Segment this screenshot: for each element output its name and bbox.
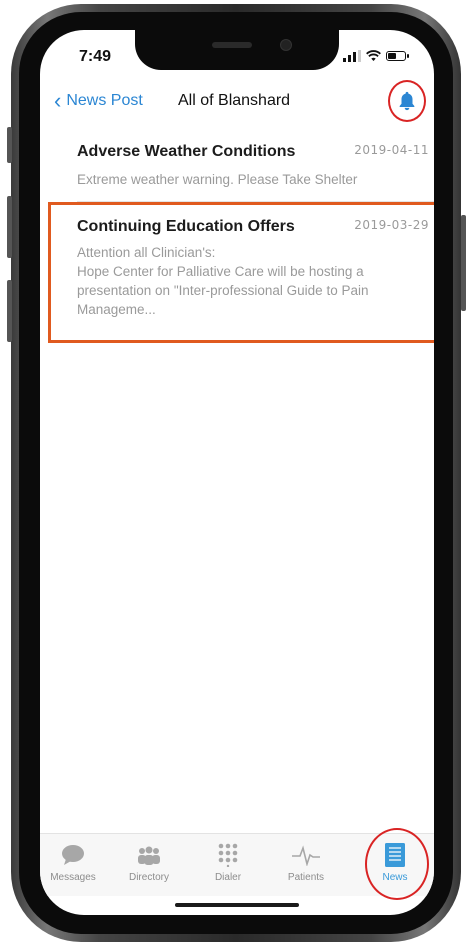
tab-label: Patients (287, 872, 325, 883)
page-title: All of Blanshard (178, 92, 291, 109)
news-date: 2019-03-29 (354, 218, 429, 232)
chevron-left-icon: ‹ (54, 88, 62, 113)
battery-icon (386, 51, 409, 61)
front-camera (280, 39, 292, 51)
tab-directory[interactable]: Directory (116, 842, 182, 883)
mute-switch (7, 127, 12, 163)
navbar: ‹ News Post All of Blanshard (40, 80, 434, 122)
notch (135, 30, 339, 70)
tab-label: Dialer (214, 872, 242, 883)
back-label: News Post (66, 92, 143, 109)
news-list: Adverse Weather Conditions 2019-04-11 Ex… (40, 125, 434, 343)
people-icon (138, 846, 160, 865)
news-item[interactable]: Continuing Education Offers 2019-03-29 A… (40, 202, 434, 343)
bell-icon[interactable] (396, 90, 418, 112)
news-body: Extreme weather warning. Please Take She… (77, 172, 358, 187)
keypad-icon (218, 843, 238, 867)
signal-icon (343, 50, 361, 62)
status-icons (343, 50, 409, 62)
tab-patients[interactable]: Patients (273, 842, 339, 883)
tab-bar: Messages Directory Dialer Patients News (40, 828, 434, 900)
back-button[interactable]: ‹ News Post (54, 88, 143, 113)
news-item[interactable]: Adverse Weather Conditions 2019-04-11 Ex… (40, 125, 434, 201)
tab-messages[interactable]: Messages (40, 842, 106, 883)
news-date: 2019-04-11 (354, 143, 429, 157)
wifi-icon (366, 50, 381, 61)
speaker-grille (212, 42, 252, 48)
volume-down-button (7, 280, 12, 342)
tab-label: Messages (50, 872, 96, 883)
home-indicator[interactable] (175, 903, 299, 907)
heartbeat-icon (292, 845, 320, 866)
screen: 7:49 ‹ News Post All of Blanshard Advers… (40, 30, 434, 915)
tab-dialer[interactable]: Dialer (195, 842, 261, 883)
power-button (461, 215, 466, 311)
status-time: 7:49 (79, 48, 112, 65)
news-annotation-circle (365, 828, 429, 900)
chat-bubble-icon (62, 845, 84, 865)
volume-up-button (7, 196, 12, 258)
battery-fill (388, 53, 397, 59)
tab-label: Directory (128, 872, 169, 883)
